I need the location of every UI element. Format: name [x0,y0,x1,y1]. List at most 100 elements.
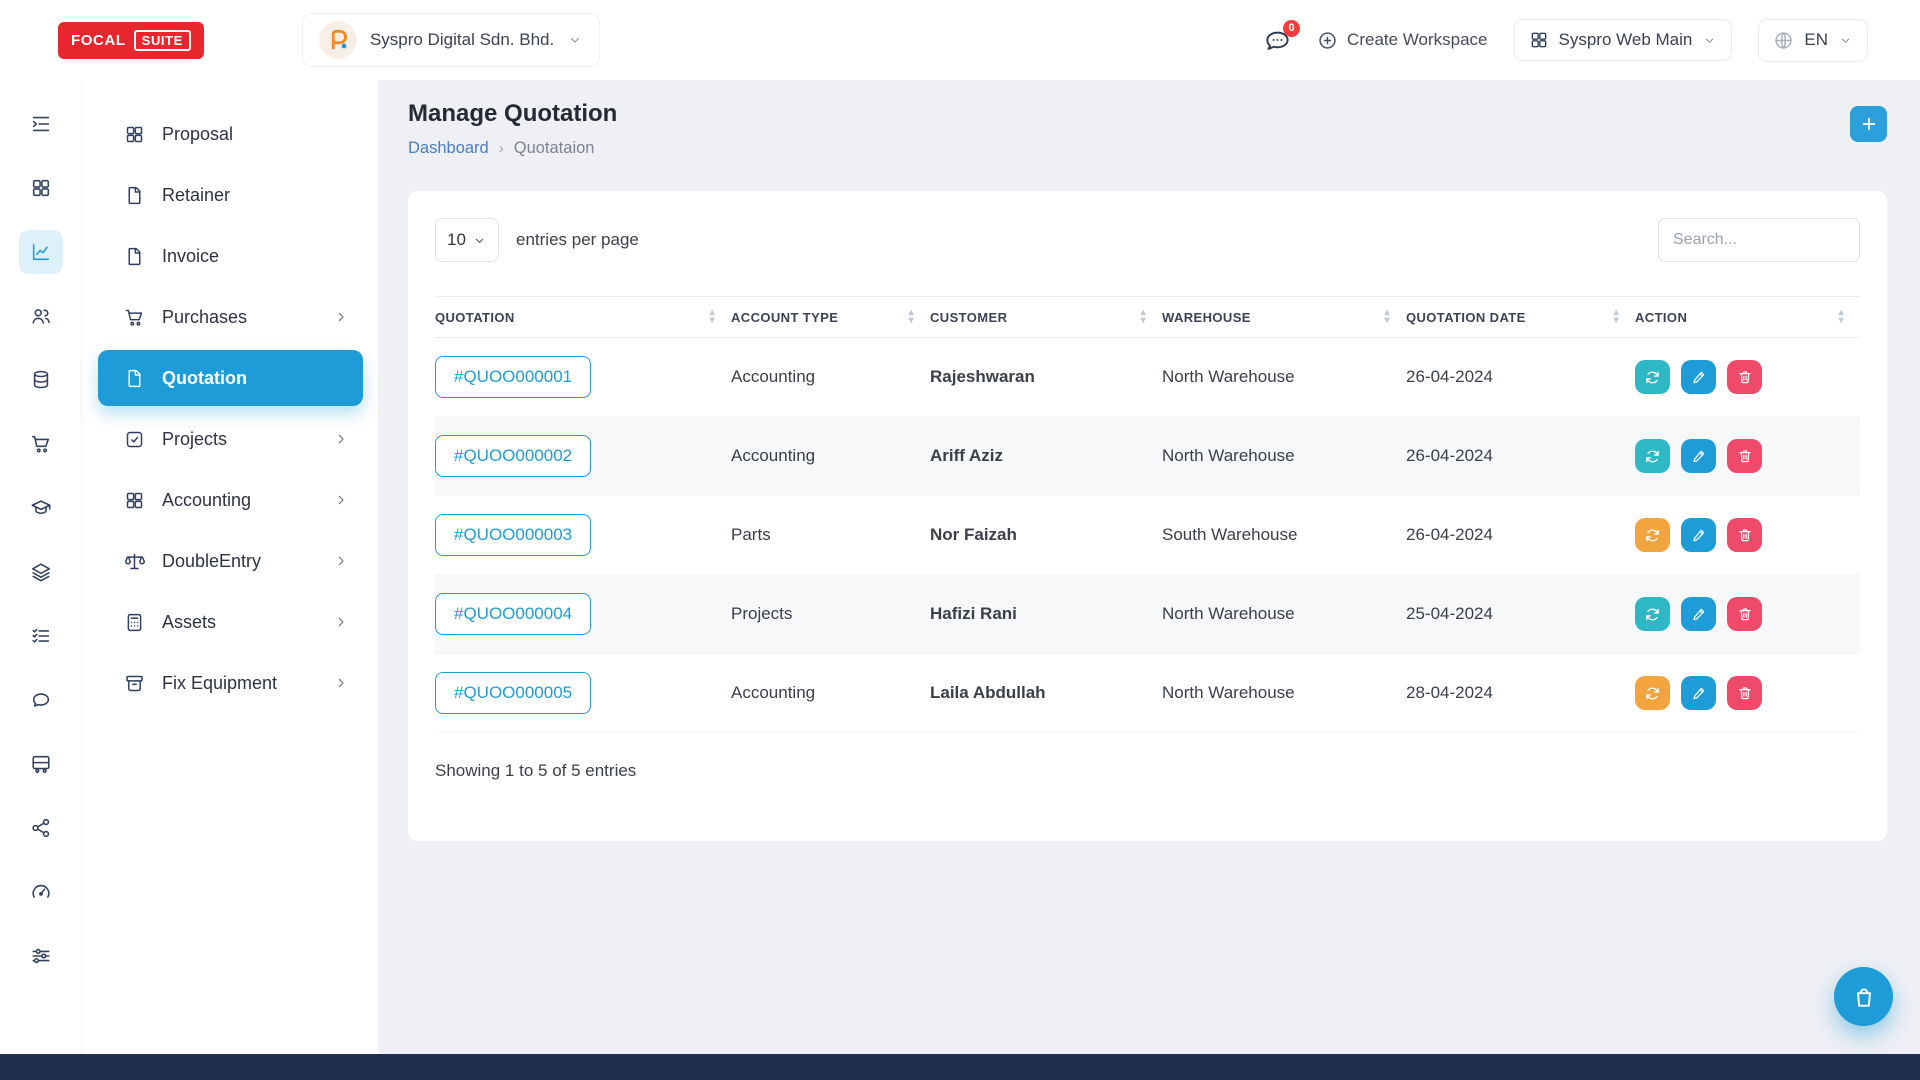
chat-icon [30,689,52,711]
rail-item-hr[interactable] [19,294,63,338]
column-header-quotation-date[interactable]: QUOTATION DATE▴▾ [1406,297,1635,338]
account-type-cell: Accounting [731,338,930,417]
sliders-icon [30,945,52,967]
add-quotation-button[interactable] [1850,106,1887,142]
logo-text-primary: FOCAL [71,32,126,49]
sort-icon[interactable]: ▴▾ [909,309,914,325]
edit-button[interactable] [1681,360,1716,394]
document-icon [124,246,145,267]
convert-button[interactable] [1635,360,1670,394]
rail-item-performance[interactable] [19,870,63,914]
delete-button[interactable] [1727,439,1762,473]
quotation-date-cell: 28-04-2024 [1406,654,1635,733]
account-type-cell: Accounting [731,417,930,496]
language-label: EN [1804,30,1828,50]
delete-button[interactable] [1727,360,1762,394]
sort-icon[interactable]: ▴▾ [710,309,715,325]
customer-cell: Ariff Aziz [930,417,1162,496]
column-header-warehouse[interactable]: WAREHOUSE ▴▾ [1162,297,1406,338]
delete-button[interactable] [1727,518,1762,552]
sort-icon[interactable]: ▴▾ [1839,309,1844,325]
quotation-number-button[interactable]: #QUOO000004 [435,593,591,635]
pencil-icon [1691,685,1707,701]
sidebar-item-proposal[interactable]: Proposal [98,106,363,162]
rail-item-integrations[interactable] [19,806,63,850]
table-row: #QUOO000003 Parts Nor Faizah South Wareh… [435,496,1860,575]
rail-item-education[interactable] [19,486,63,530]
rail-item-finance[interactable] [19,358,63,402]
column-header-account-type[interactable]: ACCOUNT TYPE▴▾ [731,297,930,338]
quotation-number-button[interactable]: #QUOO000005 [435,672,591,714]
rail-item-sales[interactable] [19,230,63,274]
users-icon [30,305,52,327]
sidebar-item-purchases[interactable]: Purchases [98,289,363,345]
breadcrumb-dashboard-link[interactable]: Dashboard [408,139,489,158]
sidebar-item-retainer[interactable]: Retainer [98,167,363,223]
convert-button[interactable] [1635,518,1670,552]
quotation-table-card: 10 entries per page QUOTATION ▴▾ ACCOUNT … [408,191,1887,841]
column-header-quotation[interactable]: QUOTATION ▴▾ [435,297,731,338]
convert-button[interactable] [1635,597,1670,631]
rail-item-tasks[interactable] [19,614,63,658]
create-workspace-button[interactable]: Create Workspace [1317,30,1487,51]
convert-button[interactable] [1635,439,1670,473]
focal-suite-logo[interactable]: FOCAL SUITE [58,22,204,59]
sidebar-menu: Proposal Retainer Invoice Purchases Quot… [82,80,378,1054]
edit-button[interactable] [1681,597,1716,631]
delete-button[interactable] [1727,597,1762,631]
sync-icon [1644,448,1661,465]
rail-item-chat[interactable] [19,678,63,722]
quotation-date-cell: 26-04-2024 [1406,496,1635,575]
edit-button[interactable] [1681,676,1716,710]
search-input[interactable] [1658,218,1860,262]
sidebar-item-projects[interactable]: Projects [98,411,363,467]
table-summary: Showing 1 to 5 of 5 entries [435,761,1860,781]
menu-toggle-icon [30,113,52,135]
entries-per-page-select[interactable]: 10 [435,218,499,262]
sidebar-item-invoice[interactable]: Invoice [98,228,363,284]
edit-button[interactable] [1681,518,1716,552]
site-selector[interactable]: Syspro Web Main [1514,19,1733,61]
warehouse-cell: North Warehouse [1162,654,1406,733]
row-actions [1635,676,1844,710]
entries-per-page-label: entries per page [516,230,639,250]
rail-item-apps[interactable] [19,166,63,210]
sidebar-item-accounting[interactable]: Accounting [98,472,363,528]
sidebar-item-label: Invoice [162,246,219,267]
convert-button[interactable] [1635,676,1670,710]
sort-icon[interactable]: ▴▾ [1385,309,1390,325]
column-header-customer[interactable]: CUSTOMER▴▾ [930,297,1162,338]
rail-item-layers[interactable] [19,550,63,594]
sort-icon[interactable]: ▴▾ [1614,309,1619,325]
messages-button[interactable]: 0 [1264,27,1291,54]
money-stack-icon [30,369,52,391]
icon-rail [0,80,82,1054]
rail-item-purchasing[interactable] [19,422,63,466]
quotation-number-button[interactable]: #QUOO000003 [435,514,591,556]
rail-item-fleet[interactable] [19,742,63,786]
archive-icon [124,673,145,694]
workspace-selector[interactable]: Syspro Digital Sdn. Bhd. [302,13,600,67]
column-label: WAREHOUSE [1162,310,1251,325]
customer-cell: Rajeshwaran [930,338,1162,417]
sidebar-item-quotation[interactable]: Quotation [98,350,363,406]
account-type-cell: Projects [731,575,930,654]
rail-item-settings[interactable] [19,934,63,978]
column-label: QUOTATION [435,310,515,325]
sort-icon[interactable]: ▴▾ [1141,309,1146,325]
delete-button[interactable] [1727,676,1762,710]
cart-fab[interactable] [1834,967,1893,1026]
edit-button[interactable] [1681,439,1716,473]
account-type-cell: Accounting [731,654,930,733]
quotation-table: QUOTATION ▴▾ ACCOUNT TYPE▴▾ CUSTOMER▴▾ WA… [435,296,1860,733]
app-header: FOCAL SUITE Syspro Digital Sdn. Bhd. 0 C… [0,0,1920,80]
sidebar-item-fix-equipment[interactable]: Fix Equipment [98,655,363,711]
language-selector[interactable]: EN [1758,19,1868,62]
sidebar-item-doubleentry[interactable]: DoubleEntry [98,533,363,589]
rail-item-menu-toggle[interactable] [19,102,63,146]
quotation-number-button[interactable]: #QUOO000001 [435,356,591,398]
row-actions [1635,360,1844,394]
quotation-number-button[interactable]: #QUOO000002 [435,435,591,477]
sidebar-item-assets[interactable]: Assets [98,594,363,650]
column-header-action[interactable]: ACTION▴▾ [1635,297,1860,338]
